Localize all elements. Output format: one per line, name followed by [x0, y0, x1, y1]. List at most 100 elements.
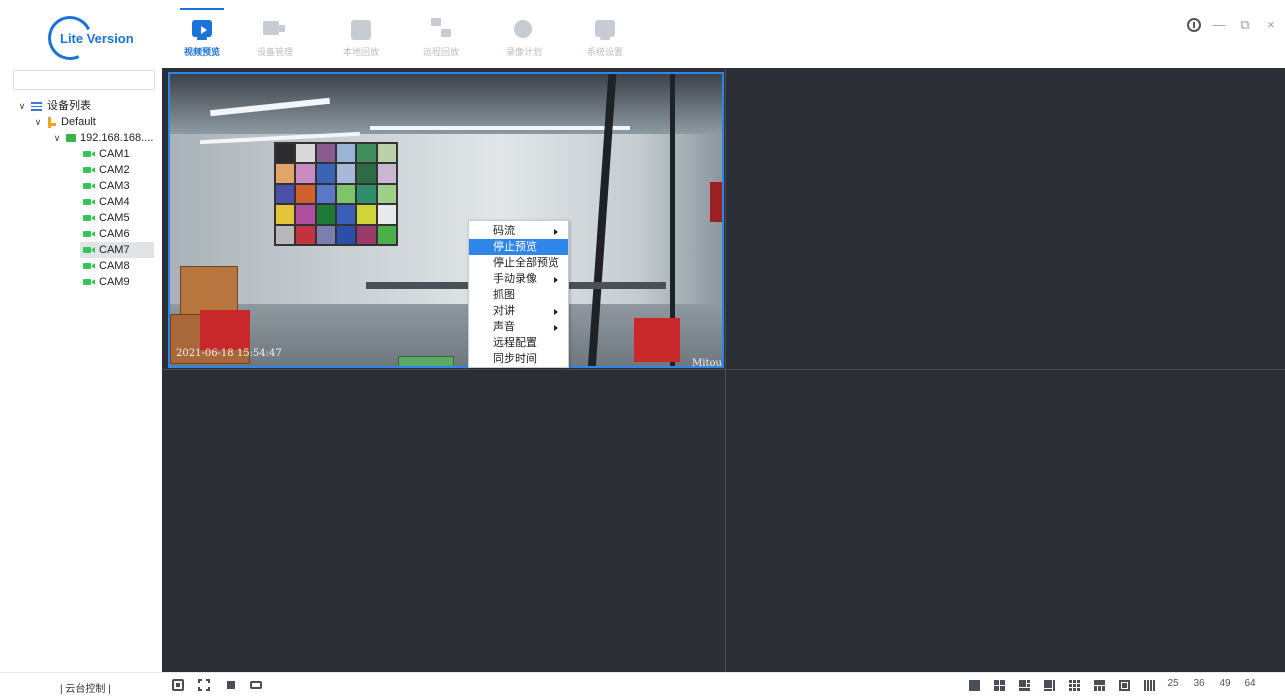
device-search-input[interactable] — [13, 70, 155, 90]
chevron-down-icon[interactable]: ∨ — [52, 133, 62, 143]
close-button[interactable]: × — [1263, 17, 1279, 33]
tree-camera-cam4[interactable]: CAM4 — [80, 194, 154, 210]
chevron-down-icon[interactable]: ∨ — [17, 101, 27, 111]
color-patch — [377, 144, 396, 163]
color-patch — [377, 164, 396, 183]
color-patch — [377, 225, 396, 244]
user-icon[interactable] — [1187, 18, 1201, 32]
layout-25-button[interactable]: 25 — [1165, 678, 1181, 689]
video-pane-3[interactable] — [168, 370, 724, 670]
tree-camera-cam2[interactable]: CAM2 — [80, 162, 154, 178]
tree-camera-cam3[interactable]: CAM3 — [80, 178, 154, 194]
tree-group-label: Default — [61, 116, 96, 128]
color-patch — [357, 144, 376, 163]
camera-label: CAM8 — [99, 260, 130, 272]
camera-icon — [83, 150, 95, 158]
cycle-icon[interactable] — [250, 679, 262, 691]
layout-9-button[interactable] — [1068, 679, 1081, 692]
camera-label: CAM7 — [99, 244, 130, 256]
color-patch — [316, 184, 335, 204]
menu-item-label: 抓图 — [493, 289, 515, 301]
color-patch — [337, 184, 356, 204]
layout-64-button[interactable]: 64 — [1242, 678, 1258, 689]
color-patch — [357, 164, 376, 183]
ptz-control-toggle[interactable]: | 云台控制 | — [60, 680, 111, 695]
color-patch — [337, 164, 356, 183]
layout-49-button[interactable]: 49 — [1217, 678, 1233, 689]
tab-device-management[interactable]: 设备管理 — [245, 10, 305, 66]
tab-video-preview[interactable]: 视频预览 — [172, 8, 232, 66]
restore-button[interactable]: ⧉ — [1237, 17, 1253, 33]
tree-camera-cam6[interactable]: CAM6 — [80, 226, 154, 242]
local-playback-icon — [349, 18, 373, 40]
nvr-device-icon — [66, 134, 76, 142]
tab-system-settings[interactable]: 系统设置 — [575, 10, 635, 66]
tree-camera-cam5[interactable]: CAM5 — [80, 210, 154, 226]
color-patch — [316, 144, 335, 163]
tree-root-device-list[interactable]: ∨ 设备列表 — [17, 98, 91, 114]
submenu-arrow-icon — [554, 309, 558, 315]
tree-camera-cam8[interactable]: CAM8 — [80, 258, 154, 274]
bottom-toolbar: | 云台控制 | 25 36 49 64 — [0, 672, 1285, 697]
color-patch — [377, 184, 396, 204]
video-pane-1[interactable]: 2021-06-18 15:54:47 Mitou — [168, 72, 724, 368]
camera-icon — [83, 246, 95, 254]
camera-icon — [83, 230, 95, 238]
camera-icon — [83, 214, 95, 222]
layout-36-button[interactable]: 36 — [1191, 678, 1207, 689]
submenu-arrow-icon — [554, 277, 558, 283]
tree-device-label: 192.168.168.... — [80, 132, 154, 144]
color-patch — [357, 225, 376, 244]
camera-label: CAM5 — [99, 212, 130, 224]
pane-context-menu: 码流 停止预览 停止全部预览 手动录像 抓图 对讲 声音 远程配置 同步时间 — [468, 220, 569, 368]
color-patch — [316, 205, 335, 224]
app-header: Lite Version 视频预览 设备管理 本地回放 远程回放 录像计划 系统… — [0, 0, 1285, 68]
menu-item-label: 远程配置 — [493, 337, 537, 349]
menu-item-stop-all-preview[interactable]: 停止全部预览 — [469, 255, 568, 271]
fullscreen-icon[interactable] — [198, 679, 210, 691]
snapshot-icon[interactable] — [172, 679, 184, 691]
chevron-down-icon[interactable]: ∨ — [33, 117, 43, 127]
camera-icon — [83, 262, 95, 270]
layout-8-button[interactable] — [1043, 679, 1056, 692]
menu-item-audio[interactable]: 声音 — [469, 319, 568, 335]
tree-group-default[interactable]: ∨ Default — [33, 114, 96, 130]
stop-all-icon[interactable] — [225, 679, 237, 691]
layout-4-button[interactable] — [993, 679, 1006, 692]
tree-device[interactable]: ∨ 192.168.168.... — [52, 130, 154, 146]
color-patch — [357, 184, 376, 204]
layout-1-button[interactable] — [968, 679, 981, 692]
layout-10-button[interactable] — [1093, 679, 1106, 692]
menu-item-manual-record[interactable]: 手动录像 — [469, 271, 568, 287]
window-controls: — ⧉ × — [1187, 16, 1279, 34]
layout-6-button[interactable] — [1018, 679, 1031, 692]
submenu-arrow-icon — [554, 229, 558, 235]
layout-13-button[interactable] — [1118, 679, 1131, 692]
menu-item-intercom[interactable]: 对讲 — [469, 303, 568, 319]
remote-playback-icon — [429, 18, 453, 40]
color-patch — [296, 184, 315, 204]
tree-camera-cam9[interactable]: CAM9 — [80, 274, 154, 290]
tree-camera-cam7[interactable]: CAM7 — [80, 242, 154, 258]
tab-recording-schedule[interactable]: 录像计划 — [494, 10, 554, 66]
device-sidebar: ∨ 设备列表 ∨ Default ∨ 192.168.168.... CAM1 … — [0, 68, 165, 672]
color-calibration-chart — [274, 142, 398, 246]
tab-remote-playback[interactable]: 远程回放 — [411, 10, 471, 66]
tree-camera-cam1[interactable]: CAM1 — [80, 146, 154, 162]
tab-local-playback[interactable]: 本地回放 — [331, 10, 391, 66]
camera-label: CAM4 — [99, 196, 130, 208]
menu-item-snapshot[interactable]: 抓图 — [469, 287, 568, 303]
camera-label: CAM3 — [99, 180, 130, 192]
camera-label: CAM2 — [99, 164, 130, 176]
menu-item-stop-preview[interactable]: 停止预览 — [469, 239, 568, 255]
tree-root-label: 设备列表 — [47, 100, 91, 112]
video-pane-2[interactable] — [726, 72, 1285, 368]
video-pane-4[interactable] — [726, 370, 1285, 670]
menu-item-remote-config[interactable]: 远程配置 — [469, 335, 568, 351]
menu-item-sync-time[interactable]: 同步时间 — [469, 351, 568, 367]
layout-16-button[interactable] — [1143, 679, 1156, 692]
minimize-button[interactable]: — — [1211, 17, 1227, 33]
menu-item-label: 声音 — [493, 321, 515, 333]
menu-item-stream[interactable]: 码流 — [469, 223, 568, 239]
color-patch — [377, 205, 396, 224]
